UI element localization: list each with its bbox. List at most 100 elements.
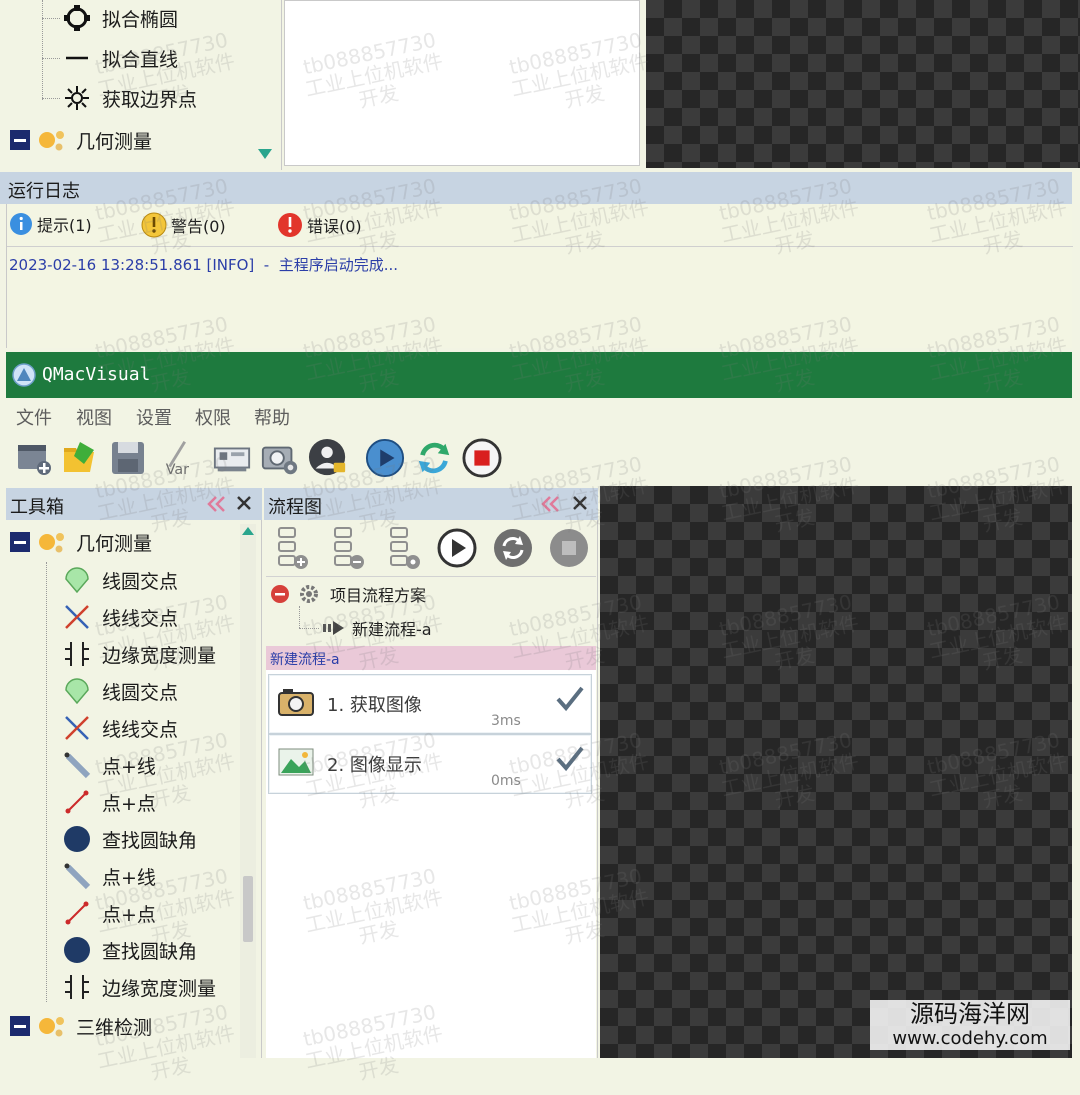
collapse-icon[interactable] bbox=[8, 527, 32, 557]
tree-item-label: 查找圆缺角 bbox=[102, 829, 198, 852]
tree-item-fit-line[interactable]: 拟合直线 bbox=[62, 40, 178, 76]
log-filter-label: 警告(0) bbox=[171, 217, 226, 236]
log-title-bar: 运行日志 bbox=[0, 172, 1072, 204]
tree-connector bbox=[46, 562, 47, 1002]
line-circle-intersect-icon bbox=[62, 676, 92, 706]
tree-group-geometry[interactable]: 几何测量 bbox=[8, 524, 152, 560]
log-filter-label: 错误(0) bbox=[307, 217, 362, 236]
flow-step-label: 1. 获取图像 bbox=[327, 695, 422, 716]
flow-tree-divider bbox=[266, 576, 596, 577]
tree-item-tool[interactable]: 边缘宽度测量 bbox=[62, 969, 216, 1005]
current-flow-tab[interactable]: 新建流程-a bbox=[266, 646, 596, 670]
scrollbar-thumb[interactable] bbox=[243, 876, 253, 942]
circle-notch-icon bbox=[62, 935, 92, 965]
tree-item-tool[interactable]: 查找圆缺角 bbox=[62, 932, 197, 968]
collapse-panel-icon[interactable] bbox=[540, 494, 562, 518]
app-title: QMacVisual bbox=[42, 364, 151, 385]
scroll-up-arrow-icon[interactable] bbox=[240, 524, 256, 538]
hardware-button[interactable] bbox=[212, 436, 252, 480]
camera-settings-button[interactable] bbox=[260, 436, 300, 480]
tree-item-tool[interactable]: 线圆交点 bbox=[62, 562, 178, 598]
collapse-red-icon[interactable] bbox=[270, 584, 290, 604]
tree-group-3d[interactable]: 三维检测 bbox=[8, 1008, 152, 1044]
flow-step[interactable]: 1. 获取图像 3ms bbox=[268, 674, 592, 734]
tree-item-tool[interactable]: 线圆交点 bbox=[62, 673, 178, 709]
stop-icon bbox=[550, 529, 588, 567]
tree-item-tool[interactable]: 点+点 bbox=[62, 784, 156, 820]
flow-settings-button[interactable] bbox=[382, 524, 424, 572]
site-url: www.codehy.com bbox=[870, 1028, 1070, 1050]
tree-item-tool[interactable]: 查找圆缺角 bbox=[62, 821, 197, 857]
user-permission-button[interactable] bbox=[308, 436, 348, 480]
remove-flow-button[interactable] bbox=[326, 524, 368, 572]
flow-header: 流程图 bbox=[264, 488, 598, 520]
flow-project-node[interactable]: 项目流程方案 bbox=[270, 582, 426, 606]
flow-loop-button[interactable] bbox=[492, 524, 534, 572]
toolbox-scrollbar[interactable] bbox=[240, 524, 256, 1058]
variable-button[interactable]: Var bbox=[160, 436, 200, 480]
close-panel-icon[interactable] bbox=[570, 493, 590, 517]
tree-connector bbox=[42, 18, 60, 19]
point-line-icon bbox=[62, 750, 92, 780]
log-title: 运行日志 bbox=[8, 181, 80, 202]
flow-stop-button[interactable] bbox=[548, 524, 590, 572]
camera-gear-icon bbox=[261, 446, 298, 475]
tree-item-tool[interactable]: 点+线 bbox=[62, 858, 156, 894]
run-loop-button[interactable] bbox=[414, 436, 454, 480]
tree-item-tool[interactable]: 点+点 bbox=[62, 895, 156, 931]
play-icon bbox=[437, 528, 477, 568]
log-filter-warning[interactable]: 警告(0) bbox=[141, 212, 226, 238]
tree-group-label: 三维检测 bbox=[76, 1016, 153, 1039]
line-icon bbox=[62, 43, 92, 73]
log-filter-label: 提示(1) bbox=[37, 216, 92, 235]
close-panel-icon[interactable] bbox=[234, 493, 254, 517]
flow-process-node[interactable]: 新建流程-a bbox=[322, 616, 432, 640]
arrow-right-icon bbox=[323, 621, 344, 635]
collapse-panel-icon[interactable] bbox=[206, 494, 228, 518]
new-project-icon bbox=[18, 445, 51, 475]
scroll-down-arrow-icon[interactable] bbox=[256, 146, 274, 162]
tree-item-boundary-points[interactable]: 获取边界点 bbox=[62, 80, 197, 116]
tree-connector bbox=[299, 606, 300, 628]
point-line-icon bbox=[62, 861, 92, 891]
stop-button[interactable] bbox=[462, 436, 502, 480]
collapse-icon[interactable] bbox=[8, 125, 32, 155]
tree-item-tool[interactable]: 点+线 bbox=[62, 747, 156, 783]
top-image-canvas bbox=[646, 0, 1080, 168]
warning-icon bbox=[141, 212, 167, 238]
open-project-button[interactable] bbox=[60, 436, 100, 480]
tree-item-tool[interactable]: 边缘宽度测量 bbox=[62, 636, 216, 672]
collapse-icon[interactable] bbox=[8, 1011, 32, 1041]
menu-help[interactable]: 帮助 bbox=[254, 404, 290, 430]
checkmark-icon bbox=[556, 686, 584, 712]
menu-view[interactable]: 视图 bbox=[76, 404, 112, 430]
info-icon bbox=[10, 213, 32, 235]
log-filter-info[interactable]: 提示(1) bbox=[9, 212, 92, 236]
tree-item-fit-ellipse[interactable]: 拟合椭圆 bbox=[62, 0, 178, 36]
3d-group-icon bbox=[36, 1011, 66, 1041]
tree-item-label: 线圆交点 bbox=[102, 681, 179, 704]
tree-item-tool[interactable]: 线线交点 bbox=[62, 710, 178, 746]
save-button[interactable] bbox=[108, 436, 148, 480]
flow-step[interactable]: 2. 图像显示 0ms bbox=[268, 734, 592, 794]
flow-run-button[interactable] bbox=[436, 524, 478, 572]
flow-step-label: 2. 图像显示 bbox=[327, 755, 422, 776]
image-display-canvas[interactable] bbox=[600, 486, 1072, 1058]
log-filter-error[interactable]: 错误(0) bbox=[277, 212, 362, 238]
tree-item-label: 点+线 bbox=[102, 866, 156, 889]
stop-icon bbox=[462, 438, 502, 478]
log-panel: 提示(1) 警告(0) 错误(0) 2023-02-16 13:28:51.86… bbox=[6, 204, 1073, 348]
geometry-group-icon bbox=[36, 527, 66, 557]
menu-permission[interactable]: 权限 bbox=[195, 404, 231, 430]
toolbox-panel: 工具箱 几何测量 线圆交点 线线交点 边缘宽度测量 线圆交点 线线交点 点+线 … bbox=[6, 488, 262, 1058]
tree-item-label: 获取边界点 bbox=[102, 88, 198, 111]
tree-group-geometry[interactable]: 几何测量 bbox=[8, 122, 152, 158]
run-once-button[interactable] bbox=[365, 436, 405, 480]
tree-item-tool[interactable]: 线线交点 bbox=[62, 599, 178, 635]
menu-settings[interactable]: 设置 bbox=[136, 404, 172, 430]
point-point-icon bbox=[62, 898, 92, 928]
menu-file[interactable]: 文件 bbox=[16, 404, 52, 430]
tree-connector bbox=[42, 0, 43, 100]
new-project-button[interactable] bbox=[14, 436, 54, 480]
add-flow-button[interactable] bbox=[270, 524, 312, 572]
